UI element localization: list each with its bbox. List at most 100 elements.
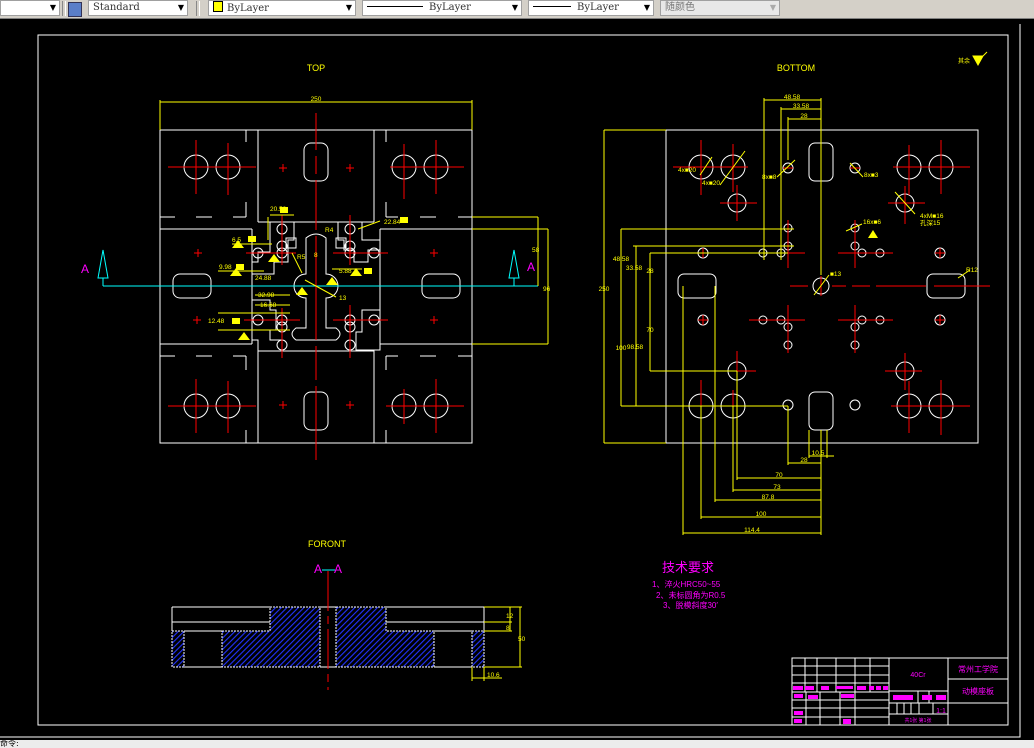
- text-style-dropdown[interactable]: Standard ▼: [88, 0, 188, 16]
- dim-label: 28: [800, 457, 808, 464]
- command-prompt: 命令:: [0, 740, 19, 748]
- linetype-dropdown[interactable]: ByLayer ▼: [362, 0, 522, 16]
- callout-label: ■13: [830, 271, 842, 278]
- toolbar-divider: [62, 1, 66, 16]
- dim-label: 24.88: [255, 275, 272, 282]
- dim-label: 96: [543, 286, 551, 293]
- plot-style-dropdown: 随颜色 ▼: [660, 0, 780, 16]
- callout-label: 16x■6: [863, 219, 881, 226]
- roughness-flag-icon: [236, 264, 244, 270]
- chevron-down-icon: ▼: [177, 3, 184, 12]
- dim-label: 9.98: [219, 264, 232, 271]
- properties-toolbar: ▼ Standard ▼ ByLayer ▼ ByLayer ▼ ByLayer ▼ 随…: [0, 0, 1034, 19]
- dim-label: 28: [800, 113, 808, 120]
- yellow-swatch-icon: [213, 1, 223, 12]
- linetype-value: ByLayer: [429, 2, 471, 13]
- part-name-label: 动模座板: [962, 686, 994, 696]
- dim-label: 32.98: [258, 292, 275, 299]
- roughness-symbol-icon: [868, 230, 878, 238]
- roughness-symbol-icon: [972, 51, 988, 67]
- dim-label: 250: [599, 286, 610, 293]
- scale-label: 1:1: [936, 708, 946, 715]
- callout-label: 8x■8: [762, 174, 777, 181]
- school-label: 常州工学院: [958, 664, 998, 674]
- section-label-left: A: [81, 262, 89, 276]
- dim-label: 8: [314, 252, 318, 259]
- title-block: 40Cr 常州工学院 动模座板 1:1 共1张 第1张: [791, 657, 1009, 726]
- chevron-down-icon: ▼: [643, 3, 650, 12]
- dim-label: 70: [775, 472, 783, 479]
- dim-label: 73: [773, 484, 781, 491]
- drawing-canvas[interactable]: TOP A A 250 20.58 6.5 9.98 24.88 32.98 1…: [0, 19, 1034, 740]
- toolbar-divider: [196, 1, 200, 16]
- plot-style-value: 随颜色: [665, 2, 695, 13]
- front-view-title: FORONT: [308, 539, 346, 549]
- top-dim-labels: 250 20.58 6.5 9.98 24.88 32.98 16.68 12.…: [208, 96, 551, 340]
- command-line[interactable]: 命令:: [0, 740, 1034, 748]
- dim-label: 13: [339, 295, 347, 302]
- requirement-item: 2、未标圆角为R0.5: [656, 590, 726, 600]
- text-style-icon[interactable]: [68, 2, 82, 17]
- dim-label: R5: [297, 254, 306, 261]
- top-view-title: TOP: [307, 63, 325, 73]
- sheet-count-label: 共1张 第1张: [905, 717, 932, 724]
- color-dropdown[interactable]: ByLayer ▼: [208, 0, 356, 16]
- callout-label: 4x■20: [702, 180, 720, 187]
- front-view: FORONT A—A 12 8 50 10.6: [171, 539, 526, 690]
- bottom-view-title: BOTTOM: [777, 63, 815, 73]
- dim-label: 114.4: [744, 527, 760, 534]
- lineweight-sample: [533, 6, 571, 7]
- lineweight-dropdown[interactable]: ByLayer ▼: [528, 0, 654, 16]
- callout-label: 8x■3: [864, 172, 879, 179]
- dim-label: 58: [532, 247, 540, 254]
- roughness-symbol-icon: [230, 240, 362, 340]
- material-label: 40Cr: [910, 672, 926, 679]
- requirement-item: 3、脱模斜度30′: [663, 600, 718, 610]
- linetype-sample: [367, 6, 423, 7]
- color-value: ByLayer: [227, 3, 269, 14]
- dim-label: 48.58: [613, 256, 630, 263]
- dim-label: 28: [646, 268, 654, 275]
- requirement-item: 1、淬火HRC50~55: [652, 579, 721, 589]
- dim-label: 10.5: [812, 450, 825, 457]
- requirements-title: 技术要求: [662, 560, 714, 575]
- dim-label: 87.8: [762, 494, 775, 501]
- dim-label: 250: [311, 96, 322, 103]
- dim-label: 70: [646, 327, 654, 334]
- dim-label: 98.58: [627, 344, 644, 351]
- roughness-flag-icon: [248, 236, 256, 242]
- chevron-down-icon: ▼: [511, 3, 518, 12]
- lineweight-value: ByLayer: [577, 2, 619, 13]
- dim-label: R4: [325, 227, 334, 234]
- dim-label: 12.48: [208, 318, 225, 325]
- dim-label: 33.58: [793, 103, 810, 110]
- dim-label: 5.88: [339, 268, 352, 275]
- dim-label: 12: [506, 613, 514, 620]
- dim-label: 22.84: [384, 219, 401, 226]
- dim-label: 50: [518, 636, 526, 643]
- dim-label: 10.6: [487, 672, 500, 679]
- callout-label: 4x■20: [678, 167, 696, 174]
- bottom-view: BOTTOM 其余 48.58 33.58 28 250 48.58 33.58…: [599, 51, 990, 535]
- chevron-down-icon: ▼: [769, 3, 776, 12]
- roughness-flag-icon: [232, 318, 240, 324]
- dim-label: 48.58: [784, 94, 801, 101]
- roughness-other-label: 其余: [958, 57, 970, 65]
- dim-label: 33.58: [626, 265, 643, 272]
- chevron-down-icon: ▼: [345, 3, 352, 12]
- roughness-flag-icon: [400, 217, 408, 223]
- roughness-flag-icon: [280, 207, 288, 213]
- section-label-right: A: [527, 260, 535, 274]
- previous-dropdown[interactable]: ▼: [0, 0, 60, 16]
- dim-label: 100: [616, 345, 627, 352]
- top-view: TOP A A 250 20.58 6.5 9.98 24.88 32.98 1…: [81, 63, 551, 460]
- callout-label: 4xM■16: [920, 213, 944, 220]
- dim-label: 16.68: [260, 302, 277, 309]
- text-style-value: Standard: [93, 2, 140, 13]
- callout-label: R12: [966, 267, 978, 274]
- callout-label: 孔深15: [920, 218, 941, 227]
- dim-label: 100: [756, 511, 767, 518]
- dim-label: 8: [506, 625, 510, 632]
- technical-requirements: 技术要求 1、淬火HRC50~55 2、未标圆角为R0.5 3、脱模斜度30′: [652, 560, 726, 610]
- roughness-flag-icon: [364, 268, 372, 274]
